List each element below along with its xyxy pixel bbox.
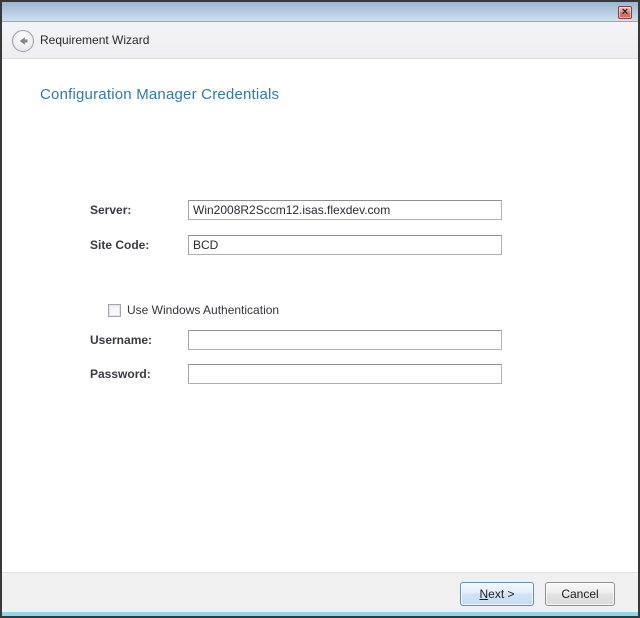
footer-bar: Next > Cancel (2, 572, 638, 612)
next-button[interactable]: Next > (460, 582, 534, 606)
close-button[interactable]: × (618, 6, 632, 19)
cancel-button[interactable]: Cancel (545, 582, 615, 606)
username-label: Username: (90, 333, 152, 347)
username-input[interactable] (188, 330, 502, 350)
wizard-window: × Requirement Wizard Configuration Manag… (0, 0, 640, 618)
next-button-mnemonic: N (479, 587, 488, 601)
wizard-title: Requirement Wizard (40, 22, 149, 59)
next-button-label: ext > (488, 587, 514, 601)
cancel-button-label: Cancel (561, 587, 598, 601)
password-input[interactable] (188, 364, 502, 384)
site-code-label: Site Code: (90, 238, 149, 252)
password-label: Password: (90, 367, 151, 381)
server-input[interactable] (188, 200, 502, 220)
page-title: Configuration Manager Credentials (40, 86, 279, 103)
windows-auth-label: Use Windows Authentication (127, 303, 279, 317)
back-arrow-icon (13, 31, 33, 51)
site-code-input[interactable] (188, 235, 502, 255)
windows-auth-row: Use Windows Authentication (108, 302, 279, 318)
wizard-header: Requirement Wizard (2, 22, 638, 59)
server-label: Server: (90, 203, 131, 217)
windows-auth-checkbox[interactable] (108, 304, 121, 317)
back-button[interactable] (12, 30, 34, 52)
titlebar[interactable]: × (2, 2, 638, 22)
window-bottom-accent (2, 612, 638, 616)
close-icon: × (622, 6, 628, 18)
